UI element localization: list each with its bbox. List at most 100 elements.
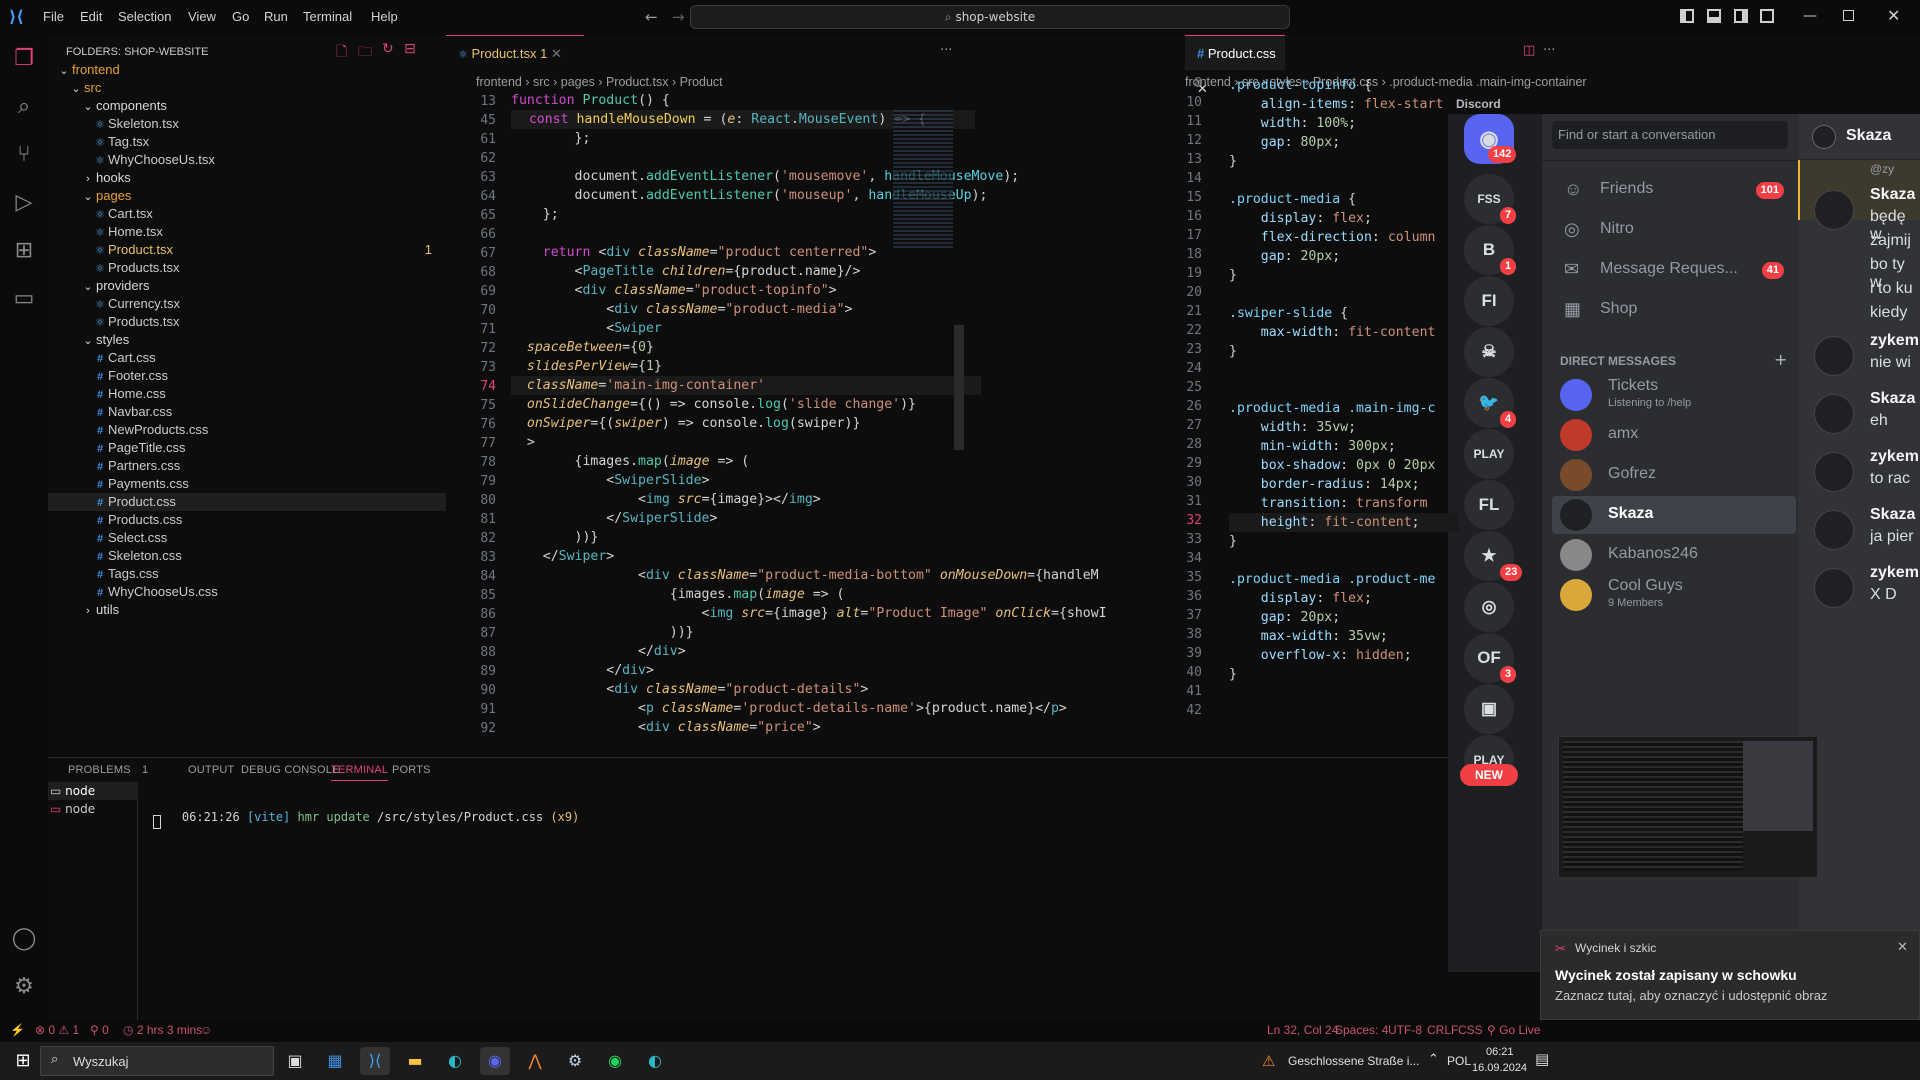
file-item[interactable]: ⚛ Product.tsx 1	[48, 241, 446, 259]
file-item[interactable]: # Partners.css	[48, 457, 446, 475]
more-actions-icon[interactable]: ···	[940, 43, 952, 58]
account-icon[interactable]: ◯	[10, 925, 38, 953]
toggle-sidebar-icon[interactable]	[1680, 9, 1694, 23]
menu-go[interactable]: Go	[232, 9, 249, 24]
menu-help[interactable]: Help	[371, 9, 398, 24]
file-item[interactable]: # Tags.css	[48, 565, 446, 583]
toggle-secondary-sidebar-icon[interactable]	[1734, 9, 1748, 23]
nav-item[interactable]: ☺ Friends 101	[1552, 170, 1796, 210]
search-icon[interactable]: ⌕	[10, 93, 38, 121]
avatar[interactable]	[1814, 336, 1854, 376]
message-author[interactable]: zykem	[1870, 448, 1919, 466]
weather-icon[interactable]: ⚠	[1262, 1052, 1275, 1070]
close-icon[interactable]: ✕	[1897, 939, 1908, 955]
edge-beta-icon[interactable]: ◐	[640, 1047, 670, 1075]
menu-file[interactable]: File	[43, 9, 64, 24]
file-item[interactable]: # Skeleton.css	[48, 547, 446, 565]
code-area[interactable]: function Product() { const handleMouseDo…	[511, 91, 1191, 751]
close-icon[interactable]: ✕	[551, 46, 562, 61]
dm-item[interactable]: Skaza	[1552, 496, 1796, 534]
remote-explorer-icon[interactable]: ▭	[10, 285, 38, 313]
folder-item[interactable]: ⌄ components	[48, 97, 446, 115]
snip-notification[interactable]: ✂ Wycinek i szkic ✕ Wycinek został zapis…	[1540, 930, 1920, 1020]
time-tracker[interactable]: ◷ 2 hrs 3 mins	[123, 1023, 202, 1037]
start-windows-icon[interactable]: ⊞	[8, 1047, 38, 1075]
tab-output[interactable]: OUTPUT	[188, 764, 234, 776]
command-center[interactable]: ⌕ shop-website	[690, 5, 1290, 29]
nav-item[interactable]: ◎ Nitro	[1552, 210, 1796, 250]
add-dm-icon[interactable]: +	[1774, 350, 1787, 369]
folder-item[interactable]: ⌄ providers	[48, 277, 446, 295]
dm-search-input[interactable]: Find or start a conversation	[1552, 121, 1788, 149]
extensions-icon[interactable]: ⊞	[10, 237, 38, 265]
message-author[interactable]: Skaza	[1870, 390, 1915, 408]
avatar[interactable]	[1814, 568, 1854, 608]
server-icon[interactable]: ▣	[1464, 684, 1514, 734]
file-item[interactable]: # Navbar.css	[48, 403, 446, 421]
menu-view[interactable]: View	[188, 9, 216, 24]
message-author[interactable]: Skaza	[1870, 186, 1915, 204]
minimap[interactable]	[893, 110, 953, 250]
file-item[interactable]: # NewProducts.css	[48, 421, 446, 439]
file-item[interactable]: # Product.css	[48, 493, 446, 511]
close-icon[interactable]: ✕	[1887, 6, 1900, 25]
taskbar-search-input[interactable]: ⌕ Wyszukaj	[40, 1046, 274, 1076]
terminal-output[interactable]: 06:21:26 [vite] hmr update /src/styles/P…	[153, 796, 579, 838]
server-icon[interactable]: ☠	[1464, 327, 1514, 377]
tab-debug-console[interactable]: DEBUG CONSOLE	[241, 764, 340, 776]
file-explorer-icon[interactable]: ▬	[400, 1047, 430, 1075]
collapse-all-icon[interactable]: ⊟	[404, 41, 416, 57]
terminal-item-node[interactable]: ▭ node	[48, 800, 138, 818]
folder-item[interactable]: › hooks	[48, 169, 446, 187]
notification-center-icon[interactable]: ▤	[1535, 1050, 1549, 1068]
dm-item[interactable]: Tickets Listening to /help	[1552, 376, 1796, 414]
folder-item[interactable]: ⌄ frontend	[48, 61, 446, 79]
forward-arrow-icon[interactable]: →	[672, 8, 685, 26]
css-code-area[interactable]: .product-topinfo { align-items: flex-sta…	[1229, 76, 1459, 746]
customize-layout-icon[interactable]	[1760, 9, 1774, 23]
server-icon[interactable]: FI	[1464, 276, 1514, 326]
eol[interactable]: CRLF	[1427, 1023, 1458, 1037]
tab-product-css[interactable]: # Product.css ✕	[1185, 35, 1285, 96]
file-item[interactable]: ⚛ Home.tsx	[48, 223, 446, 241]
run-debug-icon[interactable]: ▷	[10, 189, 38, 217]
file-item[interactable]: ⚛ Currency.tsx	[48, 295, 446, 313]
restore-icon[interactable]	[1843, 10, 1854, 21]
refresh-icon[interactable]: ↻	[382, 41, 394, 57]
problems-status[interactable]: ⊗ 0 ⚠ 1	[35, 1023, 79, 1037]
clock-date[interactable]: 16.09.2024	[1472, 1062, 1527, 1074]
tab-terminal[interactable]: TERMINAL	[331, 764, 389, 781]
dm-item[interactable]: Kabanos246	[1552, 536, 1796, 574]
nav-item[interactable]: ✉ Message Reques... 41	[1552, 250, 1796, 290]
file-item[interactable]: ⚛ WhyChooseUs.tsx	[48, 151, 446, 169]
language-indicator[interactable]: POL	[1447, 1054, 1471, 1068]
back-arrow-icon[interactable]: ←	[645, 8, 658, 26]
edge-icon[interactable]: ◐	[440, 1047, 470, 1075]
avatar[interactable]	[1814, 452, 1854, 492]
dm-item[interactable]: Cool Guys 9 Members	[1552, 576, 1796, 614]
message-author[interactable]: zykem	[1870, 332, 1919, 350]
avatar[interactable]	[1814, 510, 1854, 550]
breadcrumb-item[interactable]: Product	[680, 75, 723, 89]
folder-item[interactable]: ⌄ src	[48, 79, 446, 97]
menu-run[interactable]: Run	[264, 9, 288, 24]
weather-text[interactable]: Geschlossene Straße i...	[1288, 1054, 1419, 1068]
language-mode[interactable]: CSS	[1458, 1023, 1483, 1037]
file-item[interactable]: ⚛ Skeleton.tsx	[48, 115, 446, 133]
file-item[interactable]: # Payments.css	[48, 475, 446, 493]
source-control-icon[interactable]: ⑂	[10, 141, 38, 169]
file-item[interactable]: # WhyChooseUs.css	[48, 583, 446, 601]
file-item[interactable]: # Home.css	[48, 385, 446, 403]
go-live[interactable]: ⚲ Go Live	[1487, 1023, 1540, 1037]
menu-edit[interactable]: Edit	[80, 9, 102, 24]
file-item[interactable]: ⚛ Cart.tsx	[48, 205, 446, 223]
tab-ports[interactable]: PORTS	[392, 764, 431, 776]
vscode-taskbar-icon[interactable]: ⟩⟨	[360, 1047, 390, 1075]
file-item[interactable]: ⚛ Products.tsx	[48, 259, 446, 277]
cursor-position[interactable]: Ln 32, Col 24	[1267, 1023, 1338, 1037]
folder-item[interactable]: › utils	[48, 601, 446, 619]
discord-taskbar-icon[interactable]: ◉	[480, 1047, 510, 1075]
file-item[interactable]: # Select.css	[48, 529, 446, 547]
toggle-panel-icon[interactable]	[1707, 9, 1721, 23]
file-item[interactable]: # Cart.css	[48, 349, 446, 367]
